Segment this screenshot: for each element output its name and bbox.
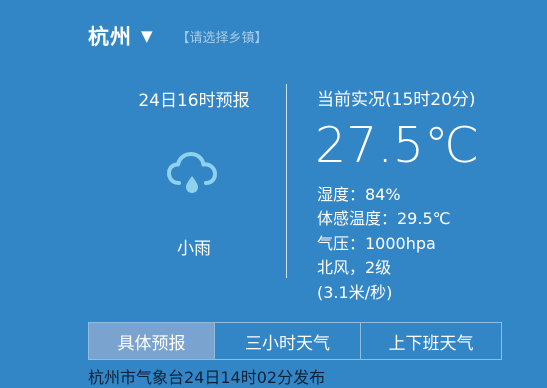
current-observation-title: 当前实况(15时20分) <box>317 90 476 110</box>
humidity: 湿度：84% <box>317 185 401 204</box>
city-name[interactable]: 杭州 <box>88 21 132 51</box>
caret-down-icon[interactable]: ▼ <box>141 27 153 45</box>
forecast-title: 24日16时预报 <box>138 91 250 111</box>
tab-detailed-forecast[interactable]: 具体预报 <box>89 323 214 359</box>
forecast-tabs: 具体预报 三小时天气 上下班天气 <box>88 322 502 360</box>
feels-like-temperature: 体感温度：29.5℃ <box>317 209 451 228</box>
wind-direction-level: 北风，2级 <box>317 258 392 277</box>
divider <box>286 84 287 278</box>
publish-note: 杭州市气象台24日14时02分发布 <box>88 368 326 387</box>
wind-speed: (3.1米/秒) <box>317 283 393 302</box>
tab-three-hour-weather[interactable]: 三小时天气 <box>214 323 360 359</box>
air-pressure: 气压：1000hpa <box>317 234 436 253</box>
town-selector[interactable]: 【请选择乡镇】 <box>177 27 268 46</box>
weather-condition: 小雨 <box>177 239 211 259</box>
cloud-rain-icon <box>167 152 217 193</box>
location-bar: 杭州 ▼ 【请选择乡镇】 <box>88 20 268 52</box>
current-temperature: 27.5℃ <box>315 117 480 174</box>
tab-commute-weather[interactable]: 上下班天气 <box>360 323 501 359</box>
